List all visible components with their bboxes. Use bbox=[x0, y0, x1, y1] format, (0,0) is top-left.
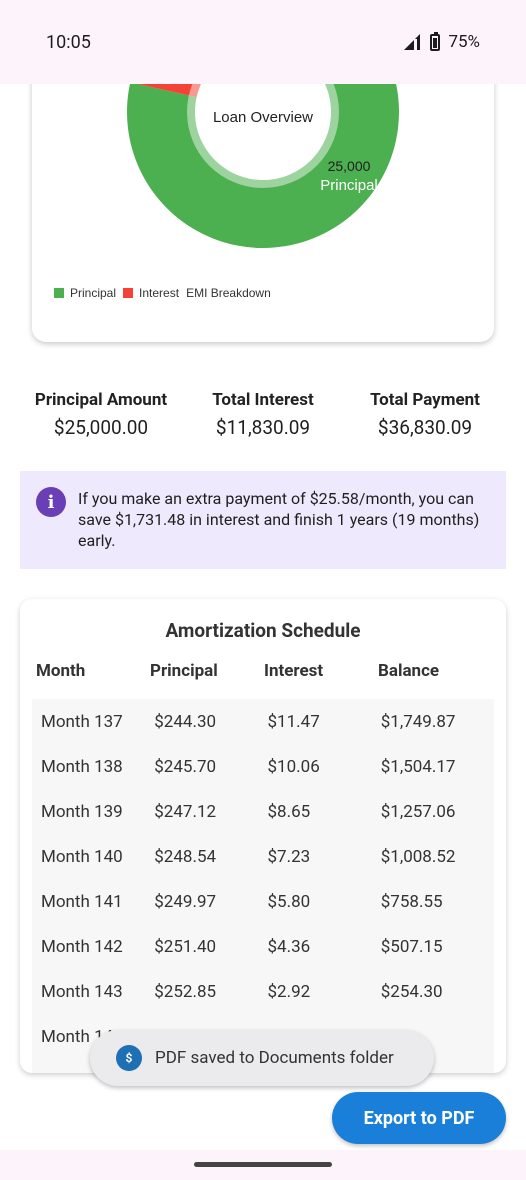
legend-label-principal: Principal bbox=[70, 286, 117, 300]
cell-balance: $254.30 bbox=[380, 981, 443, 1002]
extra-payment-tip: i If you make an extra payment of $25.58… bbox=[20, 471, 506, 569]
info-icon: i bbox=[36, 487, 66, 517]
legend-swatch-principal bbox=[54, 288, 64, 298]
cell-principal: $252.85 bbox=[154, 981, 217, 1002]
status-bar: 10:05 75% bbox=[0, 0, 526, 84]
table-row: Month 141 $249.97 $5.80 $758.55 bbox=[32, 879, 494, 924]
summary-value: $11,830.09 bbox=[215, 416, 311, 439]
summary-label: Principal Amount bbox=[34, 390, 168, 410]
cell-principal: $244.30 bbox=[154, 711, 217, 732]
clock: 10:05 bbox=[46, 31, 91, 53]
col-header-interest: Interest bbox=[264, 661, 324, 681]
table-row: Month 139 $247.12 $8.65 $1,257.06 bbox=[32, 789, 494, 834]
export-pdf-button[interactable]: Export to PDF bbox=[332, 1092, 506, 1144]
cell-balance: $1,008.52 bbox=[380, 846, 456, 867]
col-header-principal: Principal bbox=[150, 661, 218, 681]
cell-interest: $10.06 bbox=[267, 756, 320, 777]
cell-month: Month 141 bbox=[41, 891, 123, 912]
cell-month: Month 137 bbox=[41, 711, 123, 732]
amortization-card: Amortization Schedule Month Principal In… bbox=[20, 599, 506, 1073]
cell-principal: $251.40 bbox=[154, 936, 217, 957]
cell-balance: $1,749.87 bbox=[380, 711, 456, 732]
cell-balance: $1,504.17 bbox=[380, 756, 456, 777]
slice-name-label: Principal bbox=[320, 177, 378, 194]
cell-principal: $248.54 bbox=[154, 846, 217, 867]
summary-label: Total Interest bbox=[212, 390, 314, 410]
chart-title: Loan Overview bbox=[213, 109, 313, 126]
chart-legend: Principal Interest EMI Breakdown bbox=[54, 286, 271, 300]
cell-month: Month 140 bbox=[41, 846, 123, 867]
table-row: Month 140 $248.54 $7.23 $1,008.52 bbox=[32, 834, 494, 879]
summary-label: Total Payment bbox=[370, 390, 480, 410]
cell-month: Month 143 bbox=[41, 981, 123, 1002]
amortization-title: Amortization Schedule bbox=[165, 619, 361, 642]
pdf-saved-toast: $ PDF saved to Documents folder bbox=[90, 1030, 434, 1086]
cell-month: Month 142 bbox=[41, 936, 123, 957]
legend-item-interest: Interest bbox=[123, 286, 179, 300]
navigation-bar bbox=[0, 1150, 526, 1180]
cell-balance: $758.55 bbox=[380, 891, 443, 912]
cell-interest: $8.65 bbox=[267, 801, 311, 822]
cell-interest: $5.80 bbox=[267, 891, 311, 912]
cell-balance: $507.15 bbox=[380, 936, 443, 957]
signal-icon bbox=[404, 34, 422, 50]
amortization-header: Month Principal Interest Balance bbox=[36, 661, 496, 681]
legend-swatch-interest bbox=[123, 288, 134, 298]
legend-item-principal: Principal bbox=[54, 286, 116, 300]
cell-interest: $4.36 bbox=[267, 936, 311, 957]
cell-interest: $2.92 bbox=[267, 981, 311, 1002]
table-row: Month 138 $245.70 $10.06 $1,504.17 bbox=[32, 744, 494, 789]
summary-value: $36,830.09 bbox=[377, 416, 473, 439]
cell-principal: $249.97 bbox=[154, 891, 217, 912]
slice-value-label: 25,000 bbox=[328, 158, 371, 174]
cell-month: Month 138 bbox=[41, 756, 123, 777]
cell-interest: $11.47 bbox=[267, 711, 320, 732]
content-scroll[interactable]: Loan Overview 25,000 Principal Principal I… bbox=[0, 84, 526, 1150]
battery-icon bbox=[430, 31, 441, 51]
amortization-table[interactable]: Month 137 $244.30 $11.47 $1,749.87 Month… bbox=[32, 699, 494, 1073]
table-row: Month 142 $251.40 $4.36 $507.15 bbox=[32, 924, 494, 969]
home-gesture-handle[interactable] bbox=[194, 1162, 332, 1167]
table-row: Month 137 $244.30 $11.47 $1,749.87 bbox=[32, 699, 494, 744]
cell-month: Month 139 bbox=[41, 801, 123, 822]
summary-principal: Principal Amount $25,000.00 bbox=[20, 390, 182, 439]
col-header-balance: Balance bbox=[378, 661, 440, 681]
summary-value: $25,000.00 bbox=[53, 416, 149, 439]
legend-label-interest: Interest bbox=[139, 286, 180, 300]
toast-text: PDF saved to Documents folder bbox=[155, 1048, 394, 1068]
col-header-month: Month bbox=[36, 661, 86, 681]
battery-level: 75% bbox=[448, 32, 480, 52]
summary-total: Total Payment $36,830.09 bbox=[344, 390, 506, 439]
loan-chart-card: Loan Overview 25,000 Principal Principal I… bbox=[32, 84, 494, 342]
cell-interest: $7.23 bbox=[267, 846, 311, 867]
tip-text: If you make an extra payment of $25.58/m… bbox=[78, 489, 480, 550]
loan-summary: Principal Amount $25,000.00 Total Intere… bbox=[20, 390, 506, 439]
app-icon: $ bbox=[116, 1045, 142, 1071]
legend-title: EMI Breakdown bbox=[186, 286, 271, 300]
cell-principal: $247.12 bbox=[154, 801, 217, 822]
cell-principal: $245.70 bbox=[154, 756, 217, 777]
cell-balance: $1,257.06 bbox=[380, 801, 456, 822]
summary-interest: Total Interest $11,830.09 bbox=[182, 390, 344, 439]
donut-chart: Loan Overview 25,000 Principal bbox=[127, 84, 399, 248]
table-row: Month 143 $252.85 $2.92 $254.30 bbox=[32, 969, 494, 1014]
status-icons: 75% bbox=[404, 31, 480, 52]
